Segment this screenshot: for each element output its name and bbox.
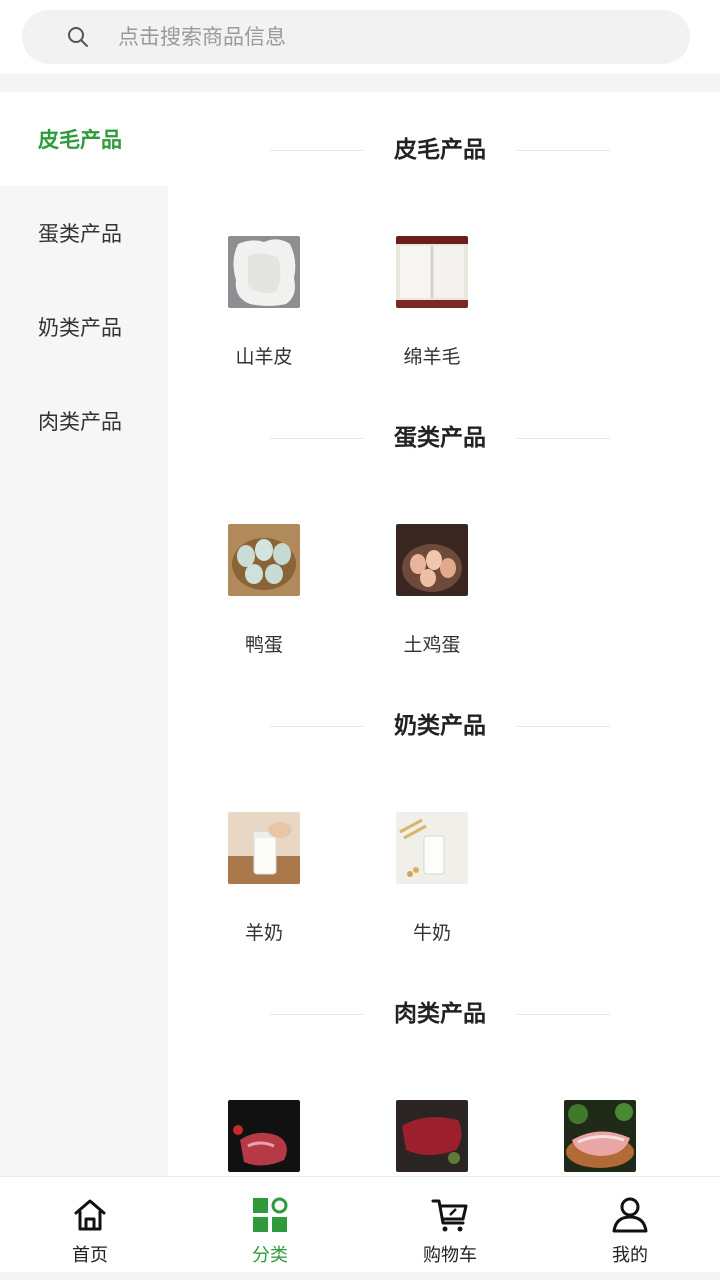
user-icon: [612, 1197, 648, 1233]
section-title: 肉类产品: [394, 1001, 486, 1027]
sidebar-item-eggs[interactable]: 蛋类产品: [0, 186, 168, 280]
product-item[interactable]: [204, 1100, 324, 1172]
sidebar-item-dairy[interactable]: 奶类产品: [0, 280, 168, 374]
sheep-wool-image: [396, 236, 468, 308]
product-name: 羊奶: [244, 922, 283, 944]
sidebar-item-label: 皮毛产品: [38, 128, 122, 152]
cart-icon: [431, 1199, 468, 1232]
section-header: 蛋类产品: [168, 420, 720, 456]
sidebar-item-label: 肉类产品: [38, 410, 122, 434]
product-name: 绵羊毛: [403, 346, 461, 368]
divider: [516, 150, 610, 151]
product-item[interactable]: 土鸡蛋: [372, 524, 492, 657]
section-title: 奶类产品: [394, 713, 486, 739]
product-item[interactable]: [372, 1100, 492, 1172]
category-sidebar: 皮毛产品 蛋类产品 奶类产品 肉类产品: [0, 92, 168, 1178]
category-icon: [253, 1197, 288, 1232]
bottom-strip: [0, 1272, 720, 1280]
product-item[interactable]: 山羊皮: [204, 236, 324, 369]
section-header: 肉类产品: [168, 996, 720, 1032]
product-item[interactable]: [540, 1100, 660, 1172]
product-name: 牛奶: [412, 922, 451, 944]
cow-milk-image: [396, 812, 468, 884]
goat-milk-image: [228, 812, 300, 884]
tab-label: 我的: [612, 1245, 648, 1266]
tab-label: 首页: [72, 1245, 108, 1266]
section-meat: 肉类产品: [168, 956, 720, 1178]
product-item[interactable]: 鸭蛋: [204, 524, 324, 657]
tab-profile[interactable]: 我的: [540, 1177, 720, 1272]
free-range-egg-image: [396, 524, 468, 596]
duck-egg-image: [228, 524, 300, 596]
section-title: 皮毛产品: [394, 137, 486, 163]
section-eggs: 蛋类产品 鸭蛋 土鸡蛋: [168, 380, 720, 668]
pork-image: [564, 1100, 636, 1172]
product-name: 鸭蛋: [244, 634, 283, 656]
tab-home[interactable]: 首页: [0, 1177, 180, 1272]
product-item[interactable]: 羊奶: [204, 812, 324, 945]
lamb-meat-image: [228, 1100, 300, 1172]
section-header: 皮毛产品: [168, 132, 720, 168]
divider: [516, 726, 610, 727]
search-bar: [0, 0, 720, 74]
goat-skin-image: [228, 236, 300, 308]
product-name: 山羊皮: [235, 346, 293, 368]
bottom-tabbar: 首页 分类 购物车 我的: [0, 1176, 720, 1272]
tab-label: 分类: [252, 1245, 288, 1266]
tab-cart[interactable]: 购物车: [360, 1177, 540, 1272]
divider: [516, 438, 610, 439]
search-input[interactable]: [118, 25, 618, 49]
product-name: 土鸡蛋: [403, 634, 461, 656]
section-title: 蛋类产品: [394, 425, 486, 451]
sidebar-item-label: 奶类产品: [38, 316, 122, 340]
sidebar-item-meat[interactable]: 肉类产品: [0, 374, 168, 468]
search-box[interactable]: [22, 10, 690, 64]
search-icon[interactable]: [64, 23, 92, 51]
product-content[interactable]: 皮毛产品 山羊皮 绵羊毛 蛋类产品 鸭蛋 土鸡蛋 奶类产品 羊奶 牛奶 肉类产品: [168, 92, 720, 1178]
section-fur: 皮毛产品 山羊皮 绵羊毛: [168, 92, 720, 380]
product-item[interactable]: 绵羊毛: [372, 236, 492, 369]
sidebar-item-label: 蛋类产品: [38, 222, 122, 246]
beef-image: [396, 1100, 468, 1172]
sidebar-item-fur[interactable]: 皮毛产品: [0, 92, 168, 186]
home-icon: [74, 1199, 106, 1231]
section-header: 奶类产品: [168, 708, 720, 744]
divider: [516, 1014, 610, 1015]
tab-label: 购物车: [423, 1245, 477, 1266]
section-dairy: 奶类产品 羊奶 牛奶: [168, 668, 720, 956]
tab-category[interactable]: 分类: [180, 1177, 360, 1272]
product-item[interactable]: 牛奶: [372, 812, 492, 945]
